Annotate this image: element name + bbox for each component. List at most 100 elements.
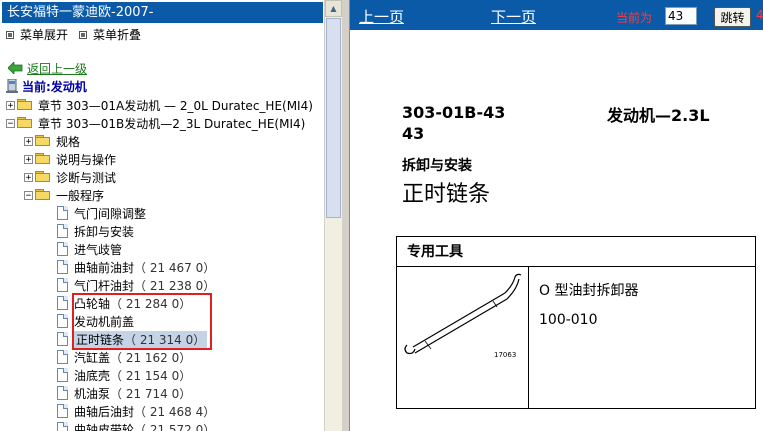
- document-section: 发动机—2.3L: [607, 106, 710, 125]
- tree-item-general-procedures[interactable]: − 一般程序: [24, 186, 104, 204]
- tree-item-label: 正时链条: [76, 332, 125, 347]
- document-icon: [57, 386, 68, 400]
- frame-splitter[interactable]: [342, 0, 349, 431]
- right-panel: 上一页 下一页 当前为 跳转 4 303-01B-43 43 发动机—2.3L …: [350, 0, 763, 431]
- tree-item-number: （ 21 467 0）: [134, 260, 216, 275]
- left-panel: 长安福特一蒙迪欧-2007- 菜单展开 菜单折叠 返回上一级 当前:发动机 + …: [0, 0, 350, 431]
- document-icon: [57, 422, 68, 431]
- vertical-scrollbar[interactable]: ▲: [324, 0, 342, 431]
- back-arrow-icon: [8, 62, 23, 74]
- tree-item-label: 章节 303—01A发动机 — 2_0L Duratec_HE(MI4): [38, 98, 313, 113]
- tree-item-diagnosis-testing[interactable]: + 诊断与测试: [24, 168, 116, 186]
- current-page-label: 当前为: [616, 11, 653, 25]
- document-icon: [57, 350, 68, 364]
- menu-expand-icon: [6, 30, 14, 39]
- tree-item-label: 进气歧管: [74, 242, 123, 257]
- tree-item-specifications[interactable]: + 规格: [24, 132, 80, 150]
- document-icon: [57, 260, 68, 274]
- tree-item-number: （ 21 238 0）: [134, 278, 216, 293]
- expand-plus-icon[interactable]: +: [24, 154, 33, 164]
- tree-item-number: （ 21 162 0）: [110, 350, 192, 365]
- folder-icon: [35, 135, 51, 147]
- tree-item-label: 曲轴后油封: [74, 404, 135, 419]
- tree-item-label: 凸轮轴: [74, 296, 111, 311]
- tree-item-valve-clearance[interactable]: 气门间隙调整: [57, 204, 146, 222]
- expand-plus-icon[interactable]: +: [6, 100, 15, 110]
- tool-code: 100-010: [539, 312, 598, 328]
- special-tools-table: 专用工具 17063 O 型油封拆卸器 100-010: [396, 236, 756, 409]
- folder-icon: [35, 153, 51, 165]
- tree-item-number: （ 21 714 0）: [110, 386, 192, 401]
- tree-item-crankshaft-front-seal[interactable]: 曲轴前油封 （ 21 467 0）: [57, 258, 215, 276]
- tree-item-timing-chain[interactable]: 正时链条（ 21 314 0）: [57, 330, 208, 348]
- tree-item-label: 气门间隙调整: [74, 206, 147, 221]
- back-link[interactable]: 返回上一级: [8, 59, 87, 77]
- expand-plus-icon[interactable]: +: [24, 172, 33, 182]
- tree-item-label: 曲轴前油封: [74, 260, 135, 275]
- back-link-label: 返回上一级: [27, 61, 88, 76]
- menu-collapse[interactable]: 菜单折叠: [79, 26, 141, 43]
- menu-expand-label: 菜单展开: [20, 28, 69, 42]
- tree-item-oil-pump[interactable]: 机油泵 （ 21 714 0）: [57, 384, 191, 402]
- jump-button[interactable]: 跳转: [714, 7, 751, 27]
- prev-page-link[interactable]: 上一页: [359, 6, 404, 27]
- tree-item-camshaft[interactable]: 凸轮轴 （ 21 284 0）: [57, 294, 191, 312]
- tree-item-cylinder-head[interactable]: 汽缸盖 （ 21 162 0）: [57, 348, 191, 366]
- figure-number: 17063: [494, 351, 517, 359]
- tree-item-selected: 正时链条（ 21 314 0）: [74, 330, 208, 348]
- tree-item-number: （ 21 572 0）: [134, 422, 216, 431]
- document-subtitle: 拆卸与安装: [402, 158, 472, 174]
- panel-title: 长安福特一蒙迪欧-2007-: [2, 2, 323, 23]
- tree-item-label: 章节 303—01B发动机—2_3L Duratec_HE(MI4): [38, 116, 306, 131]
- tree-item-valve-stem-seal[interactable]: 气门杆油封 （ 21 238 0）: [57, 276, 215, 294]
- next-page-link[interactable]: 下一页: [491, 6, 536, 27]
- tree-item-crankshaft-pulley[interactable]: 曲轴皮带轮 （ 21 572 0）: [57, 420, 215, 431]
- expand-plus-icon[interactable]: +: [24, 136, 33, 146]
- tree-item-number: （ 21 468 4）: [134, 404, 216, 419]
- tree-item-oil-pan[interactable]: 油底壳 （ 21 154 0）: [57, 366, 191, 384]
- document-icon: [57, 332, 68, 346]
- tree-item-label: 拆卸与安装: [74, 224, 135, 239]
- document-title: 正时链条: [402, 182, 491, 207]
- document-icon: [57, 278, 68, 292]
- menu-collapse-icon: [79, 30, 87, 39]
- tree-item-intake-manifold[interactable]: 进气歧管: [57, 240, 122, 258]
- folder-icon: [17, 99, 33, 111]
- menu-collapse-label: 菜单折叠: [93, 28, 142, 42]
- collapse-minus-icon[interactable]: −: [24, 190, 33, 200]
- scroll-up-icon[interactable]: ▲: [325, 0, 342, 17]
- current-location: 当前:发动机: [6, 77, 87, 95]
- tree-item-label: 气门杆油封: [74, 278, 135, 293]
- tree-item-crankshaft-rear-seal[interactable]: 曲轴后油封 （ 21 468 4）: [57, 402, 215, 420]
- document-icon: [57, 224, 68, 238]
- tree-item-label: 汽缸盖: [74, 350, 111, 365]
- document-icon: [57, 314, 68, 328]
- document-code: 303-01B-43 43: [402, 103, 506, 143]
- menu-expand[interactable]: 菜单展开: [6, 26, 68, 43]
- tree-item-label: 诊断与测试: [56, 170, 117, 185]
- tree-item-number: （ 21 154 0）: [110, 368, 192, 383]
- tree-item-label: 一般程序: [56, 188, 105, 203]
- tree-item-number: （ 21 314 0）: [124, 332, 206, 347]
- tool-name: O 型油封拆卸器: [539, 283, 639, 299]
- computer-icon: [6, 79, 18, 93]
- tree-item-label: 油底壳: [74, 368, 111, 383]
- chapter-tree: 返回上一级 当前:发动机 + 章节 303—01A发动机 — 2_0L Dura…: [2, 56, 324, 431]
- tree-item-label: 说明与操作: [56, 152, 117, 167]
- tree-item-removal-installation[interactable]: 拆卸与安装: [57, 222, 134, 240]
- nav-trailing-text: 4: [756, 8, 763, 22]
- document-icon: [57, 206, 68, 220]
- folder-icon: [35, 171, 51, 183]
- tree-item-chapter-01a[interactable]: + 章节 303—01A发动机 — 2_0L Duratec_HE(MI4): [6, 96, 313, 114]
- seal-remover-tool-icon: [404, 273, 522, 355]
- tree-item-label: 机油泵: [74, 386, 111, 401]
- folder-open-icon: [17, 117, 33, 129]
- scroll-thumb[interactable]: [326, 18, 341, 218]
- tree-item-engine-front-cover[interactable]: 发动机前盖: [57, 312, 134, 330]
- document-icon: [57, 242, 68, 256]
- tree-item-chapter-01b[interactable]: − 章节 303—01B发动机—2_3L Duratec_HE(MI4): [6, 114, 305, 132]
- collapse-minus-icon[interactable]: −: [6, 118, 15, 128]
- tree-item-description-operation[interactable]: + 说明与操作: [24, 150, 116, 168]
- folder-open-icon: [35, 189, 51, 201]
- page-number-input[interactable]: [665, 7, 697, 25]
